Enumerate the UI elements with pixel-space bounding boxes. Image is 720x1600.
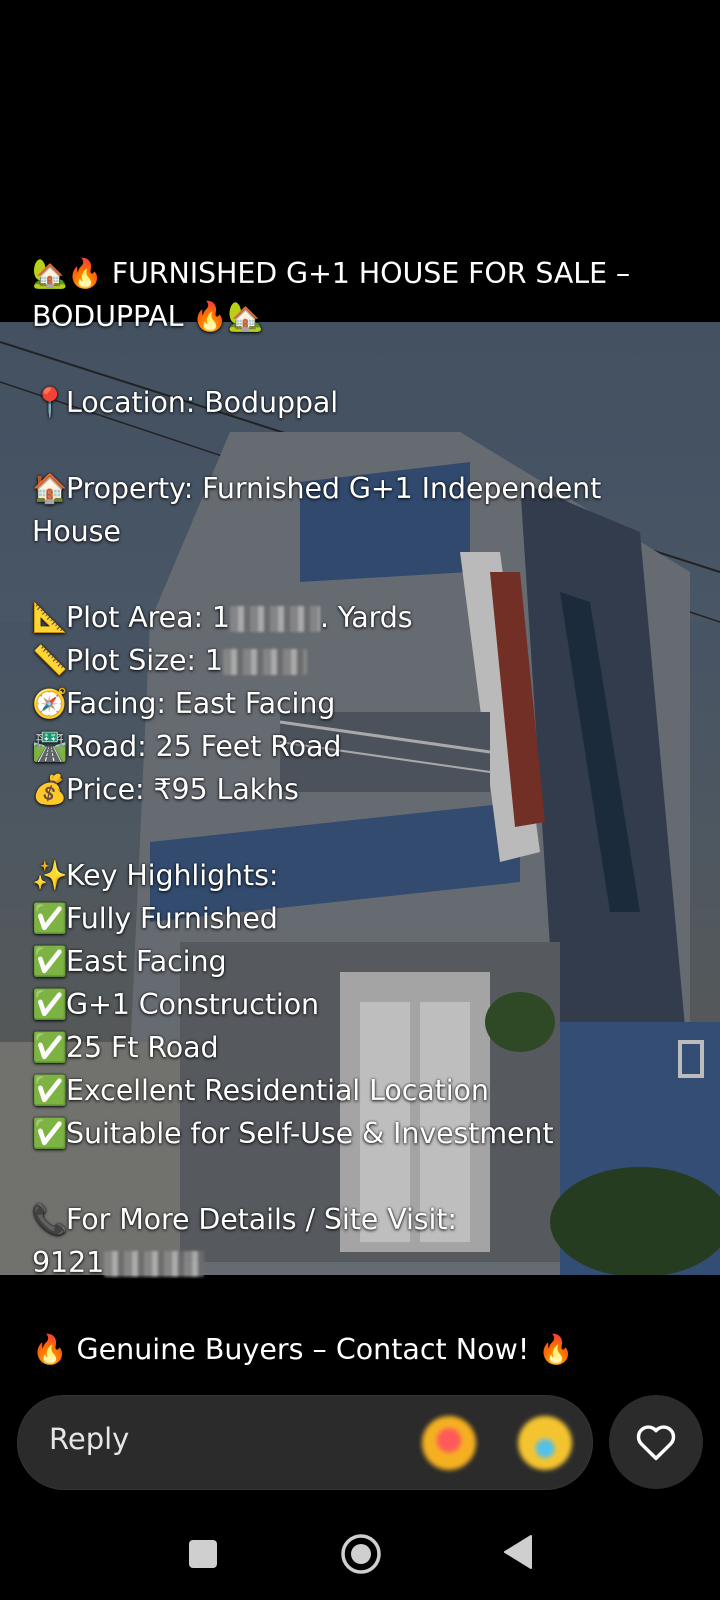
like-button[interactable] bbox=[609, 1395, 703, 1489]
highlight-text: G+1 Construction bbox=[66, 988, 320, 1021]
highlight-text: Excellent Residential Location bbox=[66, 1074, 489, 1107]
check-mark-icon: ✅ bbox=[32, 1074, 68, 1107]
road-line: 🛣️Road: 25 Feet Road bbox=[32, 725, 692, 768]
highlights-header: ✨Key Highlights: bbox=[32, 854, 692, 897]
recents-square-icon[interactable] bbox=[189, 1540, 217, 1568]
plot-size-prefix: Plot Size: 1 bbox=[66, 644, 223, 677]
highlight-item: ✅Excellent Residential Location bbox=[32, 1069, 692, 1112]
check-mark-icon: ✅ bbox=[32, 902, 68, 935]
redacted-phone bbox=[104, 1251, 205, 1277]
phone-prefix: 9121 bbox=[32, 1246, 105, 1279]
highlight-item: ✅Fully Furnished bbox=[32, 897, 692, 940]
facing-text: Facing: East Facing bbox=[66, 687, 336, 720]
telephone-icon: 📞 bbox=[32, 1203, 68, 1236]
sparkles-icon: ✨ bbox=[32, 859, 68, 892]
smiling-emoji-icon[interactable] bbox=[518, 1416, 572, 1470]
price-text: Price: ₹95 Lakhs bbox=[66, 773, 299, 806]
highlight-item: ✅25 Ft Road bbox=[32, 1026, 692, 1069]
redacted-value bbox=[222, 649, 307, 675]
highlight-text: Fully Furnished bbox=[66, 902, 278, 935]
triangle-ruler-icon: 📐 bbox=[32, 601, 68, 634]
plot-area-suffix: . Yards bbox=[319, 601, 413, 634]
pin-icon: 📍 bbox=[32, 386, 68, 419]
location-text: Location: Boduppal bbox=[66, 386, 339, 419]
house-icon: 🏠 bbox=[32, 472, 68, 505]
compass-icon: 🧭 bbox=[32, 687, 68, 720]
location-line: 📍Location: Boduppal bbox=[32, 381, 692, 424]
property-line-1: 🏠Property: Furnished G+1 Independent bbox=[32, 467, 692, 510]
back-triangle-icon[interactable] bbox=[503, 1534, 533, 1570]
property-text-1: Property: Furnished G+1 Independent bbox=[66, 472, 602, 505]
home-circle-icon[interactable] bbox=[341, 1534, 381, 1574]
system-nav-bar bbox=[0, 1520, 720, 1590]
facing-line: 🧭Facing: East Facing bbox=[32, 682, 692, 725]
highlight-item: ✅East Facing bbox=[32, 940, 692, 983]
contact-text: For More Details / Site Visit: bbox=[66, 1203, 457, 1236]
ruler-icon: 📏 bbox=[32, 644, 68, 677]
post-caption: 🏡🔥 FURNISHED G+1 HOUSE FOR SALE – BODUPP… bbox=[32, 252, 692, 1284]
contact-line: 📞For More Details / Site Visit: bbox=[32, 1198, 692, 1241]
highlight-text: Suitable for Self-Use & Investment bbox=[66, 1117, 554, 1150]
highlight-item: ✅Suitable for Self-Use & Investment bbox=[32, 1112, 692, 1155]
check-mark-icon: ✅ bbox=[32, 988, 68, 1021]
plot-area-line: 📐Plot Area: 1 . Yards bbox=[32, 596, 692, 639]
plot-size-line: 📏Plot Size: 1 bbox=[32, 639, 692, 682]
check-mark-icon: ✅ bbox=[32, 1031, 68, 1064]
check-mark-icon: ✅ bbox=[32, 1117, 68, 1150]
plot-area-prefix: Plot Area: 1 bbox=[66, 601, 230, 634]
road-icon: 🛣️ bbox=[32, 730, 68, 763]
reply-input[interactable]: Reply bbox=[17, 1395, 593, 1490]
road-text: Road: 25 Feet Road bbox=[66, 730, 342, 763]
reply-placeholder: Reply bbox=[49, 1422, 130, 1456]
check-mark-icon: ✅ bbox=[32, 945, 68, 978]
highlight-text: East Facing bbox=[66, 945, 227, 978]
footer-cta: 🔥 Genuine Buyers – Contact Now! 🔥 bbox=[32, 1333, 574, 1366]
property-line-2: House bbox=[32, 515, 121, 548]
highlights-header-text: Key Highlights: bbox=[66, 859, 279, 892]
phone-line: 9121 bbox=[32, 1241, 692, 1284]
price-line: 💰Price: ₹95 Lakhs bbox=[32, 768, 692, 811]
heart-icon bbox=[636, 1425, 676, 1461]
highlight-item: ✅G+1 Construction bbox=[32, 983, 692, 1026]
heart-eyes-emoji-icon[interactable] bbox=[422, 1416, 476, 1470]
title-line-2: BODUPPAL 🔥🏡 bbox=[32, 300, 264, 333]
money-bag-icon: 💰 bbox=[32, 773, 68, 806]
redacted-value bbox=[229, 606, 320, 632]
title-line-1: 🏡🔥 FURNISHED G+1 HOUSE FOR SALE – bbox=[32, 257, 631, 290]
highlight-text: 25 Ft Road bbox=[66, 1031, 219, 1064]
